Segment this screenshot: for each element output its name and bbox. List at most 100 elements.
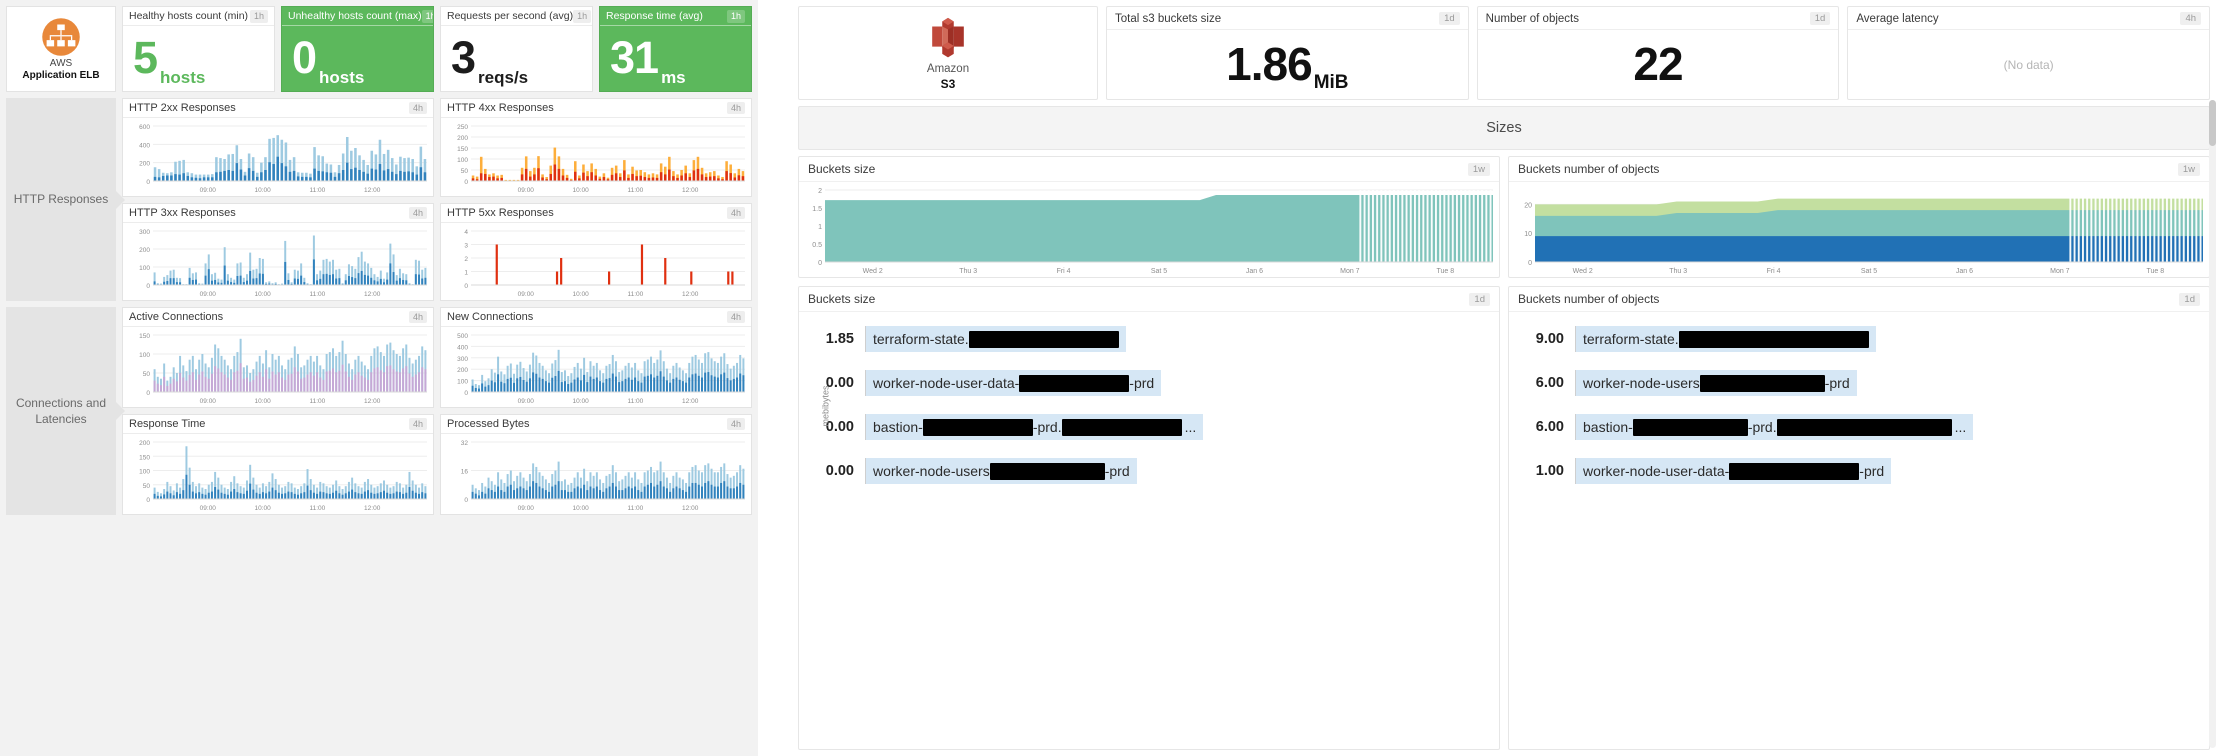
chart-header: HTTP 4xx Responses 4h [441, 99, 751, 118]
chart-header: Response Time 4h [123, 415, 433, 434]
kpi-timerange-badge[interactable]: 1h [573, 10, 592, 23]
svg-text:12:00: 12:00 [364, 398, 381, 405]
bucket-row[interactable]: 0.00 worker-node-users -prd [813, 458, 1485, 484]
bucket-bar: terraform-state. [865, 326, 1126, 352]
chart-timerange-badge[interactable]: 4h [408, 311, 427, 323]
kpi-timerange-badge[interactable]: 1h [421, 10, 433, 23]
card-timerange-badge[interactable]: 1w [2177, 162, 2200, 176]
svg-text:100: 100 [139, 265, 150, 272]
chart-card-http-3xx[interactable]: HTTP 3xx Responses 4h 0 100 200 300 09:00 10:… [122, 203, 434, 301]
kpi-timerange-badge[interactable]: 1d [1809, 12, 1831, 25]
svg-text:200: 200 [457, 135, 468, 142]
svg-text:12:00: 12:00 [364, 291, 381, 298]
chart-card-response-time[interactable]: Response Time 4h 0 50 100 150 200 09:00 10:00 1… [122, 414, 434, 515]
svg-text:09:00: 09:00 [200, 187, 217, 194]
card-timerange-badge[interactable]: 1w [1467, 162, 1490, 176]
svg-text:250: 250 [457, 124, 468, 131]
svg-text:09:00: 09:00 [200, 505, 217, 512]
kpi-timerange-badge[interactable]: 1d [1439, 12, 1460, 25]
bucket-row[interactable]: 0.00 bastion- -prd.... [813, 414, 1485, 440]
kpi-response-time[interactable]: Response time (avg) 1h 31 ms [599, 6, 752, 92]
svg-text:1.5: 1.5 [812, 206, 822, 213]
svg-text:10:00: 10:00 [254, 187, 271, 194]
card-buckets-size-list[interactable]: Buckets size 1d mebibytes 1.85 terraform-… [798, 286, 1500, 750]
bucket-bar: bastion- -prd.... [1575, 414, 1974, 440]
chart-header: HTTP 5xx Responses 4h [441, 204, 751, 223]
chart-timerange-badge[interactable]: 4h [408, 102, 427, 114]
s3-dashboard: Amazon S3 Total s3 buckets size 1d 1.86 … [758, 0, 2218, 756]
svg-text:300: 300 [139, 229, 150, 236]
elb-dashboard: AWS Application ELB Healthy hosts count … [0, 0, 758, 756]
kpi-average-latency[interactable]: Average latency 4h (No data) [1847, 6, 2211, 100]
bucket-row[interactable]: 6.00 bastion- -prd.... [1523, 414, 2195, 440]
kpi-requests-per-second[interactable]: Requests per second (avg) 1h 3 reqs/s [440, 6, 593, 92]
chart-card-http-2xx[interactable]: HTTP 2xx Responses 4h 0 200 400 600 09:00 10:… [122, 98, 434, 197]
kpi-value: 5 [133, 32, 158, 84]
chart-card-processed-bytes[interactable]: Processed Bytes 4h 0 16 32 09:00 10:00 11:00 1… [440, 414, 752, 515]
page-scrollbar[interactable] [2209, 100, 2216, 748]
chart-timerange-badge[interactable]: 4h [726, 418, 745, 430]
chart-card-http-4xx[interactable]: HTTP 4xx Responses 4h 0 50 100 150 200 250 09:… [440, 98, 752, 197]
chart-row: Response Time 4h 0 50 100 150 200 09:00 10:00 1… [122, 414, 752, 515]
svg-text:10:00: 10:00 [254, 398, 271, 405]
chart-card-new-connections[interactable]: New Connections 4h 0 100 200 300 400 500 09:00… [440, 307, 752, 408]
kpi-header: Healthy hosts count (min) 1h [123, 7, 274, 26]
s3-logo-sub: Amazon [926, 63, 970, 75]
kpi-body: 5 hosts [123, 26, 274, 91]
chart-timerange-badge[interactable]: 4h [726, 102, 745, 114]
kpi-healthy-hosts[interactable]: Healthy hosts count (min) 1h 5 hosts [122, 6, 275, 92]
section-connections-latencies: Connections and Latencies Active Connect… [6, 307, 752, 515]
bucket-row[interactable]: 1.00 worker-node-user-data- -prd [1523, 458, 2195, 484]
card-header: Buckets size 1w [799, 157, 1499, 182]
kpi-body: 3 reqs/s [441, 26, 592, 91]
card-title: Buckets number of objects [1518, 162, 1660, 176]
sizes-group-banner: Sizes [798, 106, 2210, 150]
svg-text:3: 3 [464, 243, 468, 250]
s3-logo-card: Amazon S3 [798, 6, 1098, 100]
svg-text:200: 200 [457, 367, 468, 374]
svg-text:11:00: 11:00 [310, 291, 326, 298]
chart-timerange-badge[interactable]: 4h [726, 207, 745, 219]
svg-text:100: 100 [139, 469, 150, 476]
truncation-ellipsis: ... [1184, 419, 1197, 435]
chart-title: HTTP 5xx Responses [447, 207, 554, 219]
svg-text:600: 600 [139, 124, 150, 131]
chart-timerange-badge[interactable]: 4h [408, 418, 427, 430]
svg-text:0: 0 [1528, 260, 1532, 267]
kpi-value: 1.86 [1226, 37, 1313, 90]
kpi-header: Number of objects 1d [1477, 7, 1839, 30]
svg-text:Thu 3: Thu 3 [959, 268, 977, 275]
bucket-value: 6.00 [1535, 419, 1564, 435]
kpi-timerange-badge[interactable]: 1h [249, 10, 268, 23]
kpi-title: Response time (avg) [606, 10, 703, 23]
svg-text:10:00: 10:00 [254, 291, 271, 298]
chart-header: Active Connections 4h [123, 308, 433, 327]
chart-card-active-connections[interactable]: Active Connections 4h 0 50 100 150 09:00 10:0… [122, 307, 434, 408]
kpi-total-buckets-size[interactable]: Total s3 buckets size 1d 1.86 MiB [1106, 6, 1469, 100]
chart-timerange-badge[interactable]: 4h [408, 207, 427, 219]
bucket-bar: worker-node-user-data- -prd [865, 370, 1162, 396]
chart-timerange-badge[interactable]: 4h [726, 311, 745, 323]
bucket-row[interactable]: 1.85 terraform-state. [813, 326, 1485, 352]
bucket-row[interactable]: 9.00 terraform-state. [1523, 326, 2195, 352]
card-timerange-badge[interactable]: 1d [1469, 292, 1490, 306]
kpi-unhealthy-hosts[interactable]: Unhealthy hosts count (max) 1h 0 hosts [281, 6, 434, 92]
scrollbar-thumb[interactable] [2209, 100, 2216, 146]
card-buckets-objects-graph[interactable]: Buckets number of objects 1w 0 10 20 Wed 2 T… [1508, 156, 2210, 278]
chart-title: HTTP 2xx Responses [129, 102, 236, 114]
svg-text:1: 1 [464, 270, 468, 277]
card-buckets-size-graph[interactable]: Buckets size 1w 0 0.5 1 1.5 2 Wed 2 Thu 3 Fri 4… [798, 156, 1500, 278]
card-timerange-badge[interactable]: 1d [2179, 292, 2200, 306]
svg-text:11:00: 11:00 [628, 505, 644, 512]
kpi-number-of-objects[interactable]: Number of objects 1d 22 [1476, 6, 1840, 100]
bucket-row[interactable]: 6.00 worker-node-users -prd [1523, 370, 2195, 396]
kpi-timerange-badge[interactable]: 1h [726, 10, 745, 23]
bucket-row[interactable]: 0.00 worker-node-user-data- -prd [813, 370, 1485, 396]
kpi-timerange-badge[interactable]: 4h [2180, 12, 2202, 25]
svg-text:0.5: 0.5 [812, 242, 822, 249]
svg-text:50: 50 [143, 483, 151, 490]
svg-text:300: 300 [457, 356, 468, 363]
chart-card-http-5xx[interactable]: HTTP 5xx Responses 4h 0 1 2 3 4 09:00 10:00 11:… [440, 203, 752, 301]
kpi-value: 3 [451, 32, 476, 84]
card-buckets-objects-list[interactable]: Buckets number of objects 1d 9.00 terrafo… [1508, 286, 2210, 750]
